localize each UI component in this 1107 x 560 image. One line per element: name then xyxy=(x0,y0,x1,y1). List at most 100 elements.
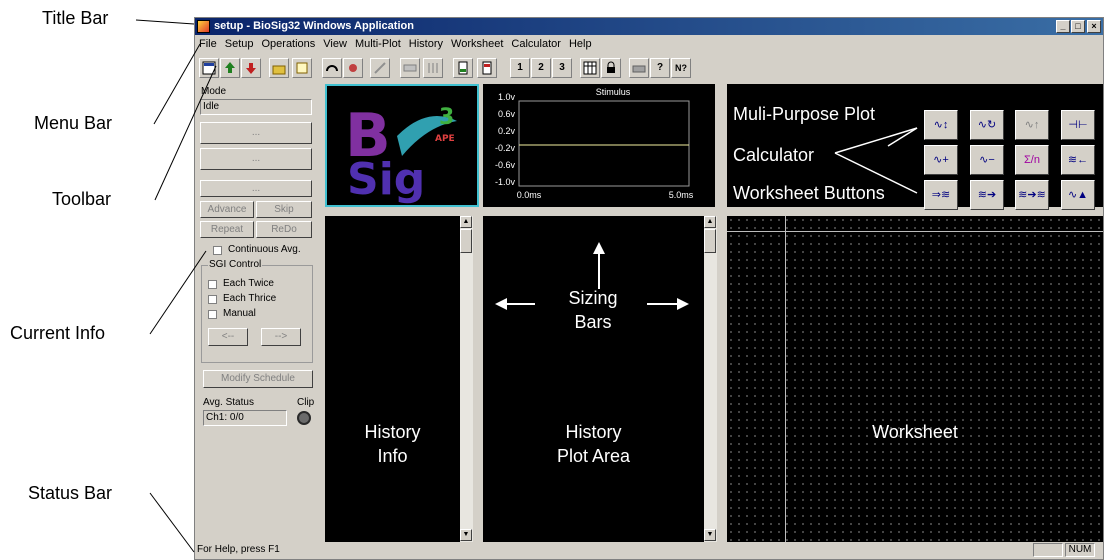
document-icon[interactable] xyxy=(292,58,312,78)
ytick-2: 0.6v xyxy=(498,109,516,119)
next-button[interactable]: --> xyxy=(261,328,301,346)
menu-help[interactable]: Help xyxy=(565,35,596,53)
bars-label: Bars xyxy=(574,312,612,332)
printer-icon[interactable] xyxy=(629,58,649,78)
keyboard-icon[interactable] xyxy=(400,58,420,78)
history-plot-title-line-1: History xyxy=(565,422,622,442)
clip-indicator-icon xyxy=(297,411,311,425)
device-a-icon[interactable] xyxy=(453,58,473,78)
prev-button[interactable]: <-- xyxy=(208,328,248,346)
plot-scroll-thumb[interactable] xyxy=(704,229,716,253)
action-button-3[interactable]: ... xyxy=(200,180,312,197)
history-info-pane xyxy=(325,216,460,542)
app-icon xyxy=(197,20,210,33)
repeat-button[interactable]: Repeat xyxy=(200,221,254,238)
calc-sum-icon[interactable]: Σ/n xyxy=(1015,145,1049,175)
ytick-3: 0.2v xyxy=(498,126,516,136)
grid-icon[interactable] xyxy=(580,58,600,78)
toolbar-button-3[interactable]: 3 xyxy=(552,58,572,78)
ytick-6: -1.0v xyxy=(495,177,516,187)
redo-button[interactable]: ReDo xyxy=(256,221,312,238)
action-button-1[interactable]: ... xyxy=(200,122,312,144)
menu-setup[interactable]: Setup xyxy=(221,35,258,53)
ws-move-icon[interactable]: ≋➔ xyxy=(970,180,1004,210)
history-info-scrollbar[interactable]: ▲ ▼ xyxy=(460,216,473,542)
window-title: setup - BioSig32 Windows Application xyxy=(214,20,414,32)
advance-button[interactable]: Advance xyxy=(200,201,254,218)
biosig-logo: B Sig 3 APE xyxy=(345,101,457,205)
whats-this-icon[interactable]: N? xyxy=(671,58,691,78)
device-b-icon[interactable] xyxy=(477,58,497,78)
ws-copy-icon[interactable]: ≋➔≋ xyxy=(1015,180,1049,210)
help-icon[interactable]: ? xyxy=(650,58,670,78)
menu-worksheet[interactable]: Worksheet xyxy=(447,35,507,53)
sgi-control-title: SGI Control xyxy=(208,259,263,270)
each-twice-checkbox[interactable] xyxy=(208,280,217,289)
manual-label: Manual xyxy=(223,308,256,319)
calc-merge-icon[interactable]: ≋← xyxy=(1061,145,1095,175)
menu-view[interactable]: View xyxy=(319,35,351,53)
maximize-button[interactable]: □ xyxy=(1071,20,1085,33)
each-twice-label: Each Twice xyxy=(223,278,274,289)
toolbar-button-1[interactable]: 1 xyxy=(510,58,530,78)
calc-shift-up-icon[interactable]: ∿↑ xyxy=(1015,110,1049,140)
menu-file[interactable]: File xyxy=(195,35,221,53)
each-thrice-checkbox[interactable] xyxy=(208,295,217,304)
callout-status-bar: Status Bar xyxy=(28,483,113,503)
logo-sig: Sig xyxy=(347,154,425,205)
plot-scroll-up-icon[interactable]: ▲ xyxy=(704,216,716,228)
worksheet-pane[interactable] xyxy=(727,216,1103,542)
title-bar: setup - BioSig32 Windows Application _ □… xyxy=(195,18,1103,35)
status-panel-num: NUM xyxy=(1065,543,1095,557)
worksheet-title: Worksheet xyxy=(872,422,958,442)
load-icon[interactable] xyxy=(220,58,240,78)
calc-invert-icon[interactable]: ∿↻ xyxy=(970,110,1004,140)
continuous-avg-checkbox[interactable] xyxy=(213,246,222,255)
callout-calculator: Calculator xyxy=(733,145,815,165)
probe-icon[interactable] xyxy=(343,58,363,78)
pencil-icon[interactable] xyxy=(370,58,390,78)
close-button[interactable]: × xyxy=(1087,20,1101,33)
ws-import-icon[interactable]: ∿▲ xyxy=(1061,180,1095,210)
headphones-icon[interactable] xyxy=(322,58,342,78)
callout-current-info: Current Info xyxy=(10,323,106,343)
history-info-title-line-1: History xyxy=(364,422,421,442)
ytick-4: -0.2v xyxy=(495,143,516,153)
continuous-avg-label: Continuous Avg. xyxy=(228,244,301,255)
skip-button[interactable]: Skip xyxy=(256,201,312,218)
clip-label: Clip xyxy=(297,397,315,408)
history-plot-title-line-2: Plot Area xyxy=(556,446,631,466)
menu-multi-plot[interactable]: Multi-Plot xyxy=(351,35,405,53)
minimize-button[interactable]: _ xyxy=(1056,20,1070,33)
menu-operations[interactable]: Operations xyxy=(257,35,319,53)
xtick-end: 5.0ms xyxy=(669,190,694,200)
calc-scale-icon[interactable]: ∿↕ xyxy=(924,110,958,140)
calc-cursor-icon[interactable]: ⊣⊢ xyxy=(1061,110,1095,140)
toolbar-button-2[interactable]: 2 xyxy=(531,58,551,78)
logo-ape: APE xyxy=(435,134,455,144)
layout-icon[interactable] xyxy=(199,58,219,78)
logo-three: 3 xyxy=(439,105,454,130)
status-help-text: For Help, press F1 xyxy=(197,544,280,555)
calc-add-icon[interactable]: ∿+ xyxy=(924,145,958,175)
avg-status-field: Ch1: 0/0 xyxy=(203,410,287,426)
lock-icon[interactable] xyxy=(601,58,621,78)
history-plot-scrollbar[interactable]: ▲ ▼ xyxy=(704,216,717,542)
plot-scroll-down-icon[interactable]: ▼ xyxy=(704,529,716,541)
scroll-down-icon[interactable]: ▼ xyxy=(460,529,472,541)
open-folder-icon[interactable] xyxy=(269,58,289,78)
calc-subtract-icon[interactable]: ∿− xyxy=(970,145,1004,175)
app-window: setup - BioSig32 Windows Application _ □… xyxy=(194,17,1104,560)
scroll-thumb[interactable] xyxy=(460,229,472,253)
scroll-up-icon[interactable]: ▲ xyxy=(460,216,472,228)
save-icon[interactable] xyxy=(241,58,261,78)
history-info-title-line-2: Info xyxy=(377,446,408,466)
action-button-2[interactable]: ... xyxy=(200,148,312,170)
manual-checkbox[interactable] xyxy=(208,310,217,319)
mixer-icon[interactable] xyxy=(423,58,443,78)
menu-history[interactable]: History xyxy=(405,35,447,53)
modify-schedule-button[interactable]: Modify Schedule xyxy=(203,370,313,388)
ws-send-icon[interactable]: ⇒≋ xyxy=(924,180,958,210)
callout-toolbar: Toolbar xyxy=(52,189,112,209)
menu-calculator[interactable]: Calculator xyxy=(507,35,565,53)
